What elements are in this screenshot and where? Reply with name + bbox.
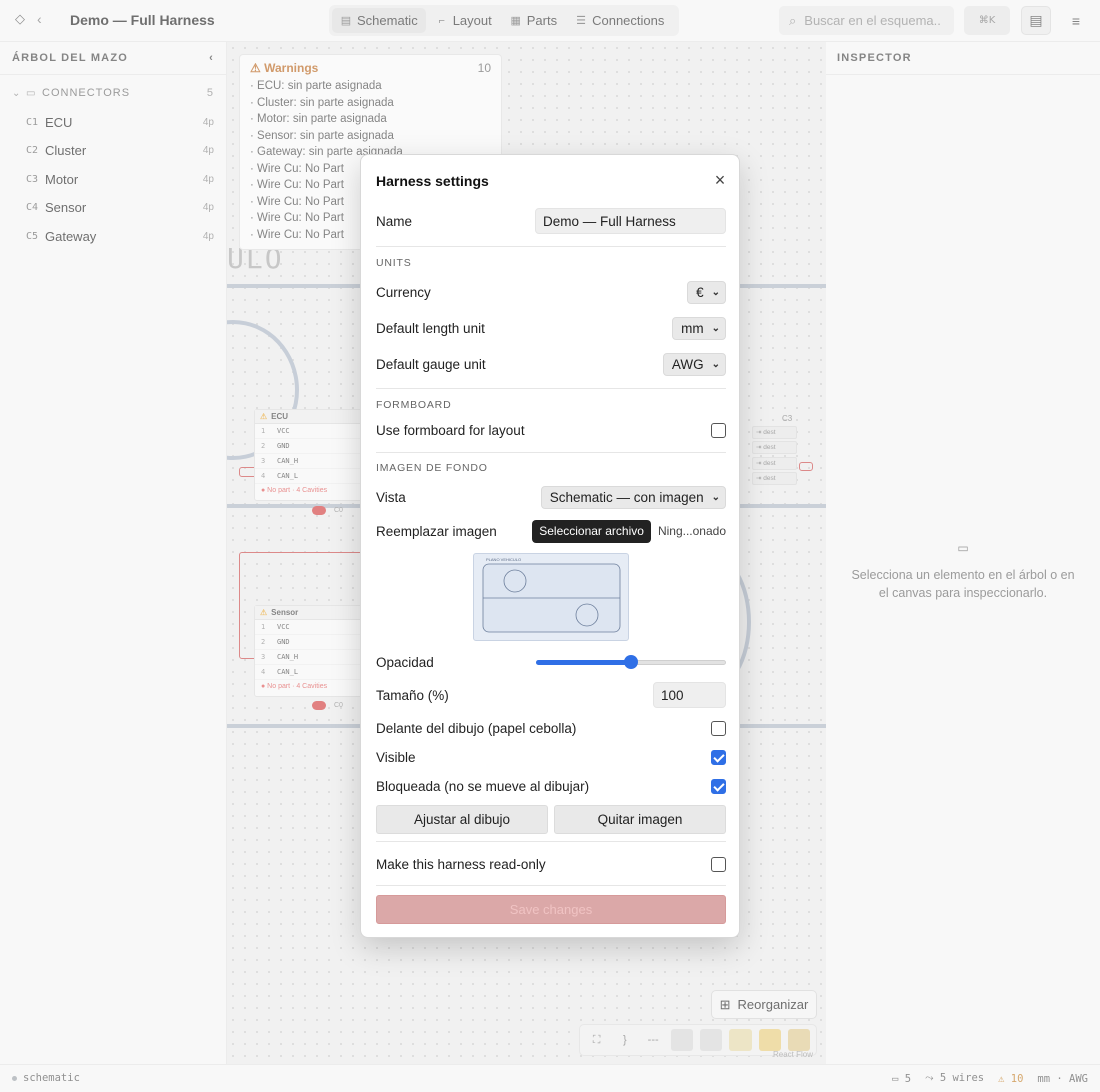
chevron-down-icon: ⌄ <box>711 322 720 334</box>
read-only-label: Make this harness read-only <box>376 856 546 872</box>
length-unit-label: Default length unit <box>376 320 485 336</box>
gauge-unit-value: AWG <box>671 356 704 372</box>
view-value: Schematic — con imagen <box>549 489 704 505</box>
onion-skin-label: Delante del dibujo (papel cebolla) <box>376 720 577 736</box>
divider <box>376 246 726 247</box>
name-row: Name <box>376 208 726 234</box>
chevron-down-icon: ⌄ <box>711 491 720 503</box>
replace-image-row: Reemplazar imagen Seleccionar archivo Ni… <box>376 519 726 543</box>
thumbnail-drawing: PLANO VEHICULO <box>482 557 621 633</box>
slider-fill <box>536 660 631 665</box>
name-field[interactable] <box>535 208 726 234</box>
chevron-down-icon: ⌄ <box>711 286 720 298</box>
divider <box>376 452 726 453</box>
choose-file-button[interactable]: Seleccionar archivo <box>532 519 651 543</box>
remove-image-button[interactable]: Quitar imagen <box>554 805 726 834</box>
opacity-label: Opacidad <box>376 654 434 670</box>
thumbnail-caption: PLANO VEHICULO <box>486 557 521 562</box>
currency-value: € <box>696 284 704 300</box>
file-name-text: Ning...onado <box>657 524 726 538</box>
read-only-row: Make this harness read-only <box>376 854 726 874</box>
locked-row: Bloqueada (no se mueve al dibujar) <box>376 776 726 796</box>
opacity-row: Opacidad <box>376 653 726 671</box>
slider-handle[interactable] <box>624 655 638 669</box>
opacity-slider[interactable] <box>536 655 726 669</box>
currency-label: Currency <box>376 284 431 300</box>
divider <box>376 885 726 886</box>
replace-image-label: Reemplazar imagen <box>376 523 497 539</box>
formboard-row: Use formboard for layout <box>376 420 726 440</box>
onion-skin-row: Delante del dibujo (papel cebolla) <box>376 718 726 738</box>
divider <box>376 388 726 389</box>
length-unit-row: Default length unit mm ⌄ <box>376 316 726 340</box>
locked-checkbox[interactable] <box>711 778 726 794</box>
size-label: Tamaño (%) <box>376 687 449 703</box>
formboard-section-title: FORMBOARD <box>376 399 452 411</box>
divider <box>376 841 726 842</box>
onion-skin-checkbox[interactable] <box>711 720 726 736</box>
save-button[interactable]: Save changes <box>376 895 726 924</box>
dialog-title: Harness settings <box>376 173 489 189</box>
harness-settings-dialog: Harness settings × Name UNITS Currency €… <box>360 154 740 938</box>
chevron-down-icon: ⌄ <box>711 358 720 370</box>
file-picker: Seleccionar archivo Ning...onado <box>532 519 726 543</box>
length-unit-select[interactable]: mm ⌄ <box>672 316 726 340</box>
view-select[interactable]: Schematic — con imagen ⌄ <box>540 485 726 509</box>
visible-label: Visible <box>376 749 416 765</box>
gauge-unit-row: Default gauge unit AWG ⌄ <box>376 352 726 376</box>
visible-row: Visible <box>376 747 726 767</box>
size-field[interactable] <box>653 682 726 708</box>
size-row: Tamaño (%) <box>376 682 726 708</box>
length-unit-value: mm <box>681 320 704 336</box>
background-image-thumbnail: PLANO VEHICULO <box>473 553 629 641</box>
view-row: Vista Schematic — con imagen ⌄ <box>376 484 726 510</box>
currency-select[interactable]: € ⌄ <box>687 280 726 304</box>
gauge-unit-label: Default gauge unit <box>376 356 486 372</box>
units-section-title: UNITS <box>376 257 412 269</box>
read-only-checkbox[interactable] <box>711 856 726 872</box>
background-image-section-title: IMAGEN DE FONDO <box>376 462 488 474</box>
name-label: Name <box>376 213 413 229</box>
close-icon[interactable]: × <box>712 171 728 189</box>
currency-row: Currency € ⌄ <box>376 280 726 304</box>
formboard-checkbox[interactable] <box>711 422 726 438</box>
view-label: Vista <box>376 489 406 505</box>
visible-checkbox[interactable] <box>711 749 726 765</box>
fit-to-drawing-button[interactable]: Ajustar al dibujo <box>376 805 548 834</box>
formboard-label: Use formboard for layout <box>376 422 525 438</box>
locked-label: Bloqueada (no se mueve al dibujar) <box>376 778 590 794</box>
gauge-unit-select[interactable]: AWG ⌄ <box>662 352 726 376</box>
